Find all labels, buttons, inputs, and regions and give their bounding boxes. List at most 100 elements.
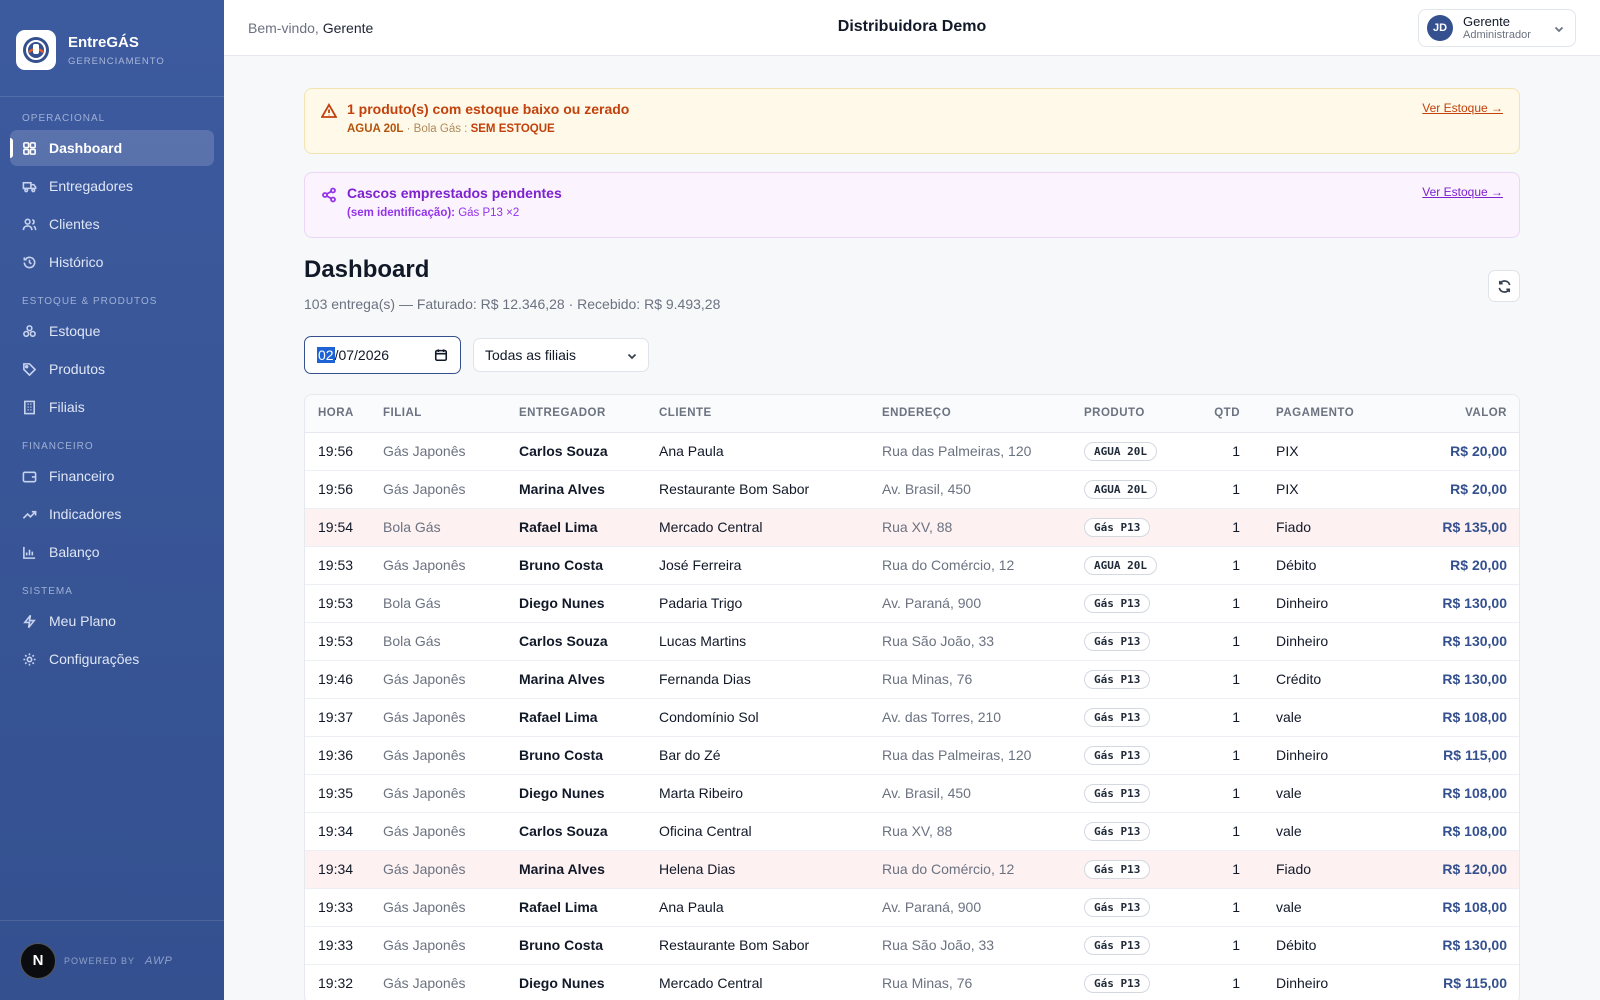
table-row[interactable]: 19:37 Gás Japonês Rafael Lima Condomínio So… [305, 698, 1519, 737]
cell-cliente: Restaurante Bom Sabor [659, 470, 882, 509]
table-row[interactable]: 19:54 Bola Gás Rafael Lima Mercado Central R… [305, 508, 1519, 547]
sidebar-item-label: Balanço [49, 544, 100, 560]
cell-qtd: 1 [1202, 888, 1240, 927]
cell-hora: 19:53 [305, 546, 383, 585]
cell-cliente: Padaria Trigo [659, 584, 882, 623]
table-row[interactable]: 19:34 Gás Japonês Carlos Souza Oficina Cent… [305, 812, 1519, 851]
cell-endereco: Av. Brasil, 450 [882, 774, 1084, 813]
tag-icon [23, 362, 37, 376]
cell-produto: Gás P13 [1084, 508, 1202, 547]
sidebar-item-label: Filiais [49, 399, 85, 415]
cell-produto: Gás P13 [1084, 926, 1202, 965]
sidebar-item-indicadores[interactable]: Indicadores [10, 496, 214, 532]
col-hora[interactable]: HORA [305, 395, 383, 433]
cell-hora: 19:37 [305, 698, 383, 737]
sidebar-item-dashboard[interactable]: Dashboard [10, 130, 214, 166]
col-filial[interactable]: FILIAL [383, 395, 519, 433]
col-cliente[interactable]: CLIENTE [659, 395, 882, 433]
n-badge[interactable]: N [20, 942, 56, 979]
chevron-down-icon [627, 353, 637, 360]
table-row[interactable]: 19:32 Gás Japonês Diego Nunes Mercado Centr… [305, 964, 1519, 1000]
refresh-button[interactable] [1488, 270, 1520, 302]
user-name: Gerente [1463, 13, 1510, 29]
bolt-icon [23, 614, 36, 628]
table-row[interactable]: 19:56 Gás Japonês Marina Alves Restaurante … [305, 470, 1519, 509]
col-entregador[interactable]: ENTREGADOR [519, 395, 659, 433]
product-pill: Gás P13 [1084, 783, 1151, 803]
table-row[interactable]: 19:34 Gás Japonês Marina Alves Helena Dias R… [305, 850, 1519, 889]
table-row[interactable]: 19:36 Gás Japonês Bruno Costa Bar do Zé Rua … [305, 736, 1519, 775]
wallet-icon [22, 470, 37, 482]
table-row[interactable]: 19:56 Gás Japonês Carlos Souza Ana Paula Rua… [305, 432, 1519, 471]
col-pagamento[interactable]: PAGAMENTO [1240, 395, 1360, 433]
table-row[interactable]: 19:33 Gás Japonês Rafael Lima Ana Paula Av. … [305, 888, 1519, 927]
truck-icon [22, 181, 37, 192]
col-valor[interactable]: VALOR [1360, 395, 1519, 433]
sidebar-item-configuracoes[interactable]: Configurações [10, 641, 214, 677]
cell-filial: Gás Japonês [383, 964, 519, 1000]
sidebar-item-entregadores[interactable]: Entregadores [10, 168, 214, 204]
cell-qtd: 1 [1202, 584, 1240, 623]
ver-estoque-link[interactable]: Ver Estoque → [1422, 185, 1503, 199]
cell-produto: Gás P13 [1084, 888, 1202, 927]
table-row[interactable]: 19:33 Gás Japonês Bruno Costa Restaurante B… [305, 926, 1519, 965]
sidebar-item-financeiro[interactable]: Financeiro [10, 458, 214, 494]
brand[interactable]: EntreGÁS GERENCIAMENTO [0, 0, 224, 82]
col-produto[interactable]: PRODUTO [1084, 395, 1202, 433]
alert-branch: · Bola Gás : [406, 123, 468, 135]
nav-section-financeiro: FINANCEIRO [22, 441, 94, 452]
branch-select[interactable]: Todas as filiais [473, 338, 649, 372]
sidebar-item-filiais[interactable]: Filiais [10, 389, 214, 425]
cell-hora: 19:46 [305, 660, 383, 699]
cell-entregador: Bruno Costa [519, 546, 659, 585]
cell-cliente: Ana Paula [659, 888, 882, 927]
cell-valor: R$ 130,00 [1360, 926, 1519, 965]
user-menu-button[interactable]: JD Gerente Administrador [1418, 9, 1576, 47]
ver-estoque-link[interactable]: Ver Estoque → [1422, 101, 1503, 115]
sidebar-item-clientes[interactable]: Clientes [10, 206, 214, 242]
alert-detail: (sem identificação): Gás P13 ×2 [347, 207, 1503, 219]
sidebar-item-label: Estoque [49, 323, 101, 339]
sidebar-item-balanco[interactable]: Balanço [10, 534, 214, 570]
cell-valor: R$ 120,00 [1360, 850, 1519, 889]
cell-valor: R$ 115,00 [1360, 736, 1519, 775]
table-row[interactable]: 19:35 Gás Japonês Diego Nunes Marta Ribeiro… [305, 774, 1519, 813]
page-title: Dashboard [304, 256, 430, 283]
table-row[interactable]: 19:53 Gás Japonês Bruno Costa José Ferreira… [305, 546, 1519, 585]
cell-endereco: Rua das Palmeiras, 120 [882, 736, 1084, 775]
alert-title: Cascos emprestados pendentes [347, 185, 562, 201]
sidebar-item-estoque[interactable]: Estoque [10, 313, 214, 349]
sidebar-item-label: Clientes [49, 216, 100, 232]
cell-pagamento: PIX [1240, 470, 1360, 509]
col-endereco[interactable]: ENDEREÇO [882, 395, 1084, 433]
filters: 02/07/2026 Todas as filiais [304, 336, 1520, 374]
cell-pagamento: Débito [1240, 546, 1360, 585]
alert-product: AGUA 20L [347, 123, 404, 135]
sidebar-item-label: Entregadores [49, 178, 134, 194]
cell-endereco: Rua São João, 33 [882, 622, 1084, 661]
chevron-down-icon [1554, 26, 1564, 33]
cell-hora: 19:54 [305, 508, 383, 547]
date-day-segment: 02 [317, 347, 335, 363]
sidebar-item-label: Indicadores [49, 506, 122, 522]
cell-qtd: 1 [1202, 736, 1240, 775]
table-row[interactable]: 19:53 Bola Gás Diego Nunes Padaria Trigo Av.… [305, 584, 1519, 623]
product-pill: Gás P13 [1084, 593, 1151, 613]
cell-produto: AGUA 20L [1084, 470, 1202, 509]
cell-valor: R$ 130,00 [1360, 660, 1519, 699]
table-row[interactable]: 19:53 Bola Gás Carlos Souza Lucas Martins Ru… [305, 622, 1519, 661]
sidebar-item-meu-plano[interactable]: Meu Plano [10, 603, 214, 639]
calendar-icon[interactable] [434, 348, 448, 362]
branch-select-value: Todas as filiais [485, 347, 577, 363]
cell-filial: Bola Gás [383, 508, 519, 547]
sidebar-item-produtos[interactable]: Produtos [10, 351, 214, 387]
table-row[interactable]: 19:46 Gás Japonês Marina Alves Fernanda Dia… [305, 660, 1519, 699]
col-qtd[interactable]: QTD [1202, 395, 1240, 433]
powered-by-text: POWERED BY [64, 955, 136, 966]
cell-pagamento: Dinheiro [1240, 964, 1360, 1000]
sidebar-item-historico[interactable]: Histórico [10, 244, 214, 280]
cell-hora: 19:33 [305, 888, 383, 927]
date-input[interactable]: 02/07/2026 [304, 336, 461, 374]
cell-cliente: Marta Ribeiro [659, 774, 882, 813]
cell-qtd: 1 [1202, 698, 1240, 737]
